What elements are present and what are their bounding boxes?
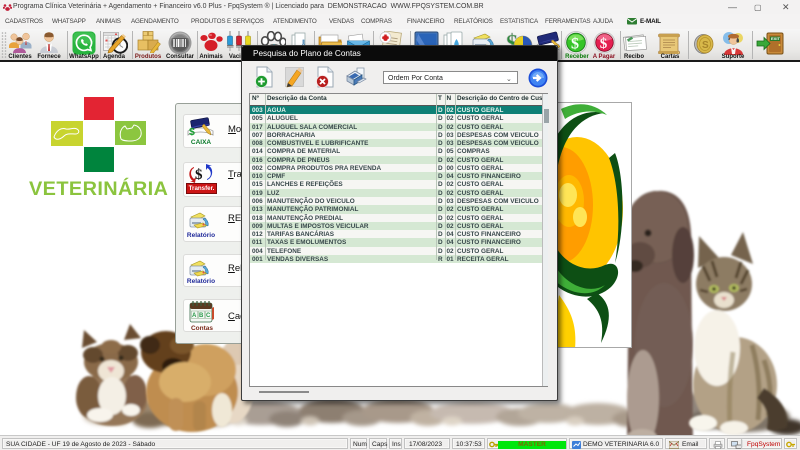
svg-text:$: $ xyxy=(195,167,203,183)
svg-text:A: A xyxy=(192,313,197,319)
svg-text:B: B xyxy=(199,313,204,319)
svg-text:$: $ xyxy=(189,126,195,138)
svg-text:C: C xyxy=(206,313,211,319)
